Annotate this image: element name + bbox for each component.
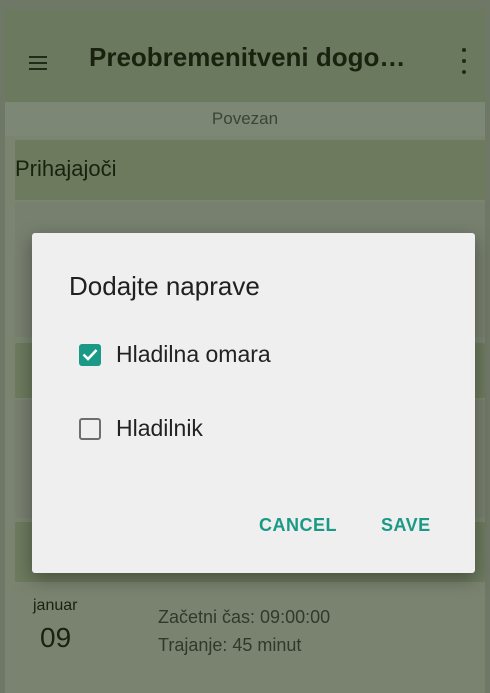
checkbox-unchecked-icon[interactable]	[79, 417, 101, 440]
save-button[interactable]: SAVE	[381, 515, 431, 536]
option-label: Hladilnik	[116, 415, 203, 441]
hamburger-menu-icon[interactable]	[29, 56, 47, 70]
page-title: Preobremenitveni dogo…	[89, 42, 406, 72]
checkbox-checked-icon[interactable]	[79, 343, 101, 366]
event-duration: Trajanje: 45 minut	[158, 635, 302, 655]
add-devices-dialog: Dodajte naprave Hladilna omara Hladilnik…	[32, 233, 475, 573]
app-bar: Preobremenitveni dogo…	[5, 10, 485, 102]
section-title: Prihajajoči	[15, 156, 117, 181]
device-option-hladilnik[interactable]: Hladilnik	[79, 415, 203, 442]
connection-status: Povezan	[5, 102, 485, 136]
event-month: januar	[33, 597, 78, 614]
section-header-upcoming: Prihajajoči	[15, 140, 485, 200]
device-option-hladilna-omara[interactable]: Hladilna omara	[79, 341, 271, 368]
event-day: 09	[40, 622, 72, 653]
option-label: Hladilna omara	[116, 341, 271, 367]
more-vert-icon[interactable]	[461, 48, 467, 74]
dialog-title: Dodajte naprave	[69, 271, 260, 301]
cancel-button[interactable]: CANCEL	[259, 515, 337, 536]
event-start-time: Začetni čas: 09:00:00	[158, 607, 331, 627]
event-info: Začetni čas: 09:00:00 Trajanje: 45 minut	[158, 603, 330, 659]
